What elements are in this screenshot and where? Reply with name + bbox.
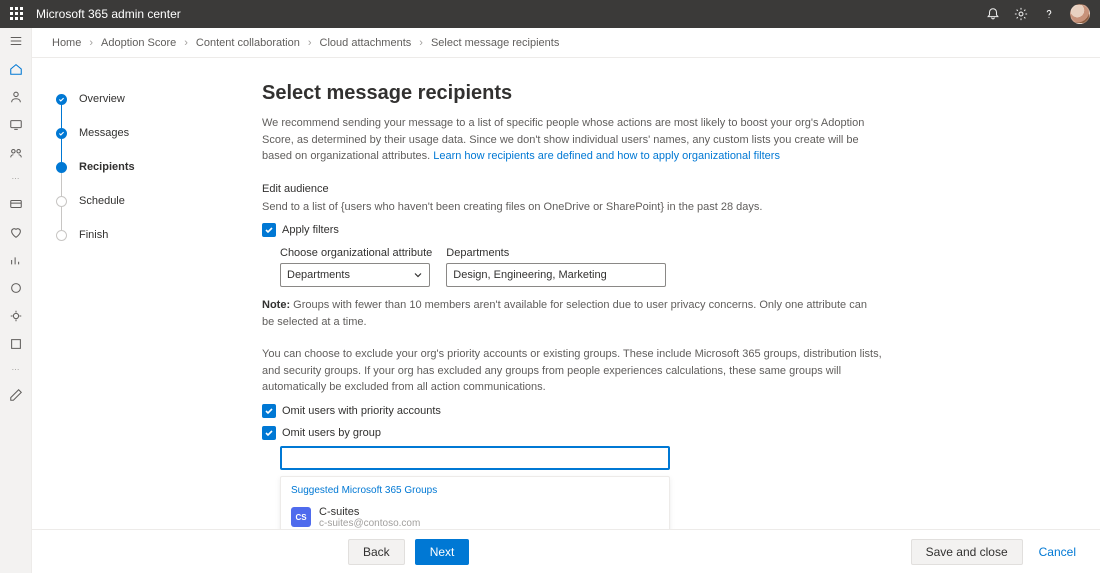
step-label: Messages: [79, 127, 129, 139]
rail-separator: ⋯: [12, 174, 20, 183]
apply-filters-label: Apply filters: [282, 224, 339, 236]
departments-label: Departments: [446, 247, 666, 259]
next-button[interactable]: Next: [415, 539, 470, 565]
cancel-link[interactable]: Cancel: [1039, 545, 1076, 559]
group-avatar: CS: [291, 507, 311, 527]
app-launcher-icon[interactable]: [10, 7, 24, 21]
omit-priority-label: Omit users with priority accounts: [282, 405, 441, 417]
step-label: Schedule: [79, 195, 125, 207]
step-label: Overview: [79, 93, 125, 105]
groups-icon[interactable]: [9, 146, 23, 160]
breadcrumb-item[interactable]: Home: [52, 37, 81, 49]
edit-icon[interactable]: [9, 388, 23, 402]
main-content: Select message recipients We recommend s…: [262, 58, 1100, 529]
step-finish[interactable]: Finish: [56, 218, 246, 252]
chevron-down-icon: [413, 270, 423, 280]
omit-priority-checkbox[interactable]: [262, 404, 276, 418]
app-title: Microsoft 365 admin center: [36, 7, 181, 21]
chevron-right-icon: ›: [184, 37, 188, 49]
step-overview[interactable]: Overview: [56, 82, 246, 116]
omit-group-checkbox[interactable]: [262, 426, 276, 440]
group-search-input[interactable]: [280, 446, 670, 470]
org-attribute-select[interactable]: Departments: [280, 263, 430, 287]
reports-icon[interactable]: [9, 253, 23, 267]
step-messages[interactable]: Messages: [56, 116, 246, 150]
top-app-bar: Microsoft 365 admin center: [0, 0, 1100, 28]
setup-icon[interactable]: [9, 309, 23, 323]
users-icon[interactable]: [9, 90, 23, 104]
learn-more-link[interactable]: Learn how recipients are defined and how…: [433, 150, 780, 162]
edit-audience-heading: Edit audience: [262, 183, 1060, 195]
departments-input[interactable]: Design, Engineering, Marketing: [446, 263, 666, 287]
omit-group-label: Omit users by group: [282, 427, 381, 439]
breadcrumb-item[interactable]: Content collaboration: [196, 37, 300, 49]
devices-icon[interactable]: [9, 118, 23, 132]
nav-icon[interactable]: [9, 337, 23, 351]
breadcrumb: Home › Adoption Score › Content collabor…: [32, 28, 1100, 58]
group-suggestions-dropdown: Suggested Microsoft 365 Groups CS C-suit…: [280, 476, 670, 530]
step-recipients[interactable]: Recipients: [56, 150, 246, 184]
breadcrumb-item[interactable]: Adoption Score: [101, 37, 176, 49]
step-schedule[interactable]: Schedule: [56, 184, 246, 218]
suggestion-name: C-suites: [319, 506, 420, 518]
attribute-note: Note: Groups with fewer than 10 members …: [262, 297, 882, 330]
suggestion-email: c-suites@contoso.com: [319, 518, 420, 529]
step-label: Finish: [79, 229, 108, 241]
intro-text: We recommend sending your message to a l…: [262, 115, 882, 165]
chevron-right-icon: ›: [308, 37, 312, 49]
step-label: Recipients: [79, 161, 135, 173]
suggestions-heading: Suggested Microsoft 365 Groups: [281, 485, 669, 502]
health-icon[interactable]: [9, 225, 23, 239]
notifications-icon[interactable]: [986, 7, 1000, 21]
chevron-right-icon: ›: [419, 37, 423, 49]
left-nav-rail: ⋯ ⋯: [0, 28, 32, 573]
breadcrumb-item[interactable]: Cloud attachments: [320, 37, 412, 49]
save-close-button[interactable]: Save and close: [911, 539, 1023, 565]
home-icon[interactable]: [9, 62, 23, 76]
admin-icon[interactable]: [9, 281, 23, 295]
menu-icon[interactable]: [9, 34, 23, 48]
chevron-right-icon: ›: [89, 37, 93, 49]
wizard-steps: Overview Messages Recipients Schedule: [32, 58, 262, 529]
rail-separator: ⋯: [12, 365, 20, 374]
wizard-footer: Back Next Save and close Cancel: [32, 529, 1100, 573]
user-avatar[interactable]: [1070, 4, 1090, 24]
back-button[interactable]: Back: [348, 539, 405, 565]
billing-icon[interactable]: [9, 197, 23, 211]
suggestion-item[interactable]: CS C-suites c-suites@contoso.com: [281, 502, 669, 530]
edit-audience-desc: Send to a list of {users who haven't bee…: [262, 199, 882, 216]
exclude-intro: You can choose to exclude your org's pri…: [262, 346, 882, 396]
help-icon[interactable]: [1042, 7, 1056, 21]
page-title: Select message recipients: [262, 82, 1060, 105]
org-attribute-label: Choose organizational attribute: [280, 247, 432, 259]
breadcrumb-item: Select message recipients: [431, 37, 559, 49]
settings-icon[interactable]: [1014, 7, 1028, 21]
apply-filters-checkbox[interactable]: [262, 223, 276, 237]
